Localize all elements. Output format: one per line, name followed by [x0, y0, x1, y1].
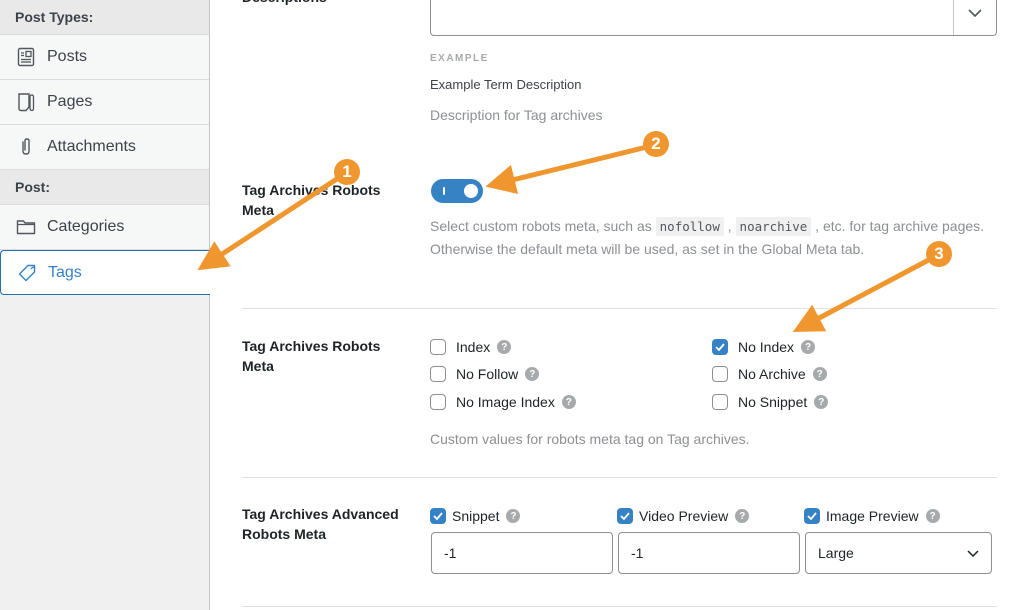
- snippet-checkbox[interactable]: [430, 508, 446, 524]
- video-preview-input[interactable]: -1: [618, 532, 800, 574]
- advanced-robots-label: Tag Archives Advanced Robots Meta: [242, 506, 399, 542]
- sidebar-item-pages[interactable]: Pages: [0, 80, 209, 125]
- annotation-badge-3: 3: [926, 241, 952, 267]
- sidebar-header-post: Post:: [0, 170, 209, 205]
- settings-main: Descriptions EXAMPLE Example Term Descri…: [210, 0, 1024, 610]
- code-nofollow: nofollow: [655, 217, 724, 236]
- snippet-input[interactable]: -1: [431, 532, 613, 574]
- video-preview-checkbox[interactable]: [617, 508, 633, 524]
- help-icon[interactable]: ?: [561, 395, 576, 409]
- help-icon[interactable]: ?: [506, 509, 521, 523]
- sidebar-item-label: Tags: [48, 263, 82, 281]
- robots-meta-toggle[interactable]: [431, 179, 483, 203]
- help-icon[interactable]: ?: [814, 395, 829, 409]
- sidebar-header-post-types: Post Types:: [0, 0, 209, 35]
- annotation-badge-2: 2: [643, 131, 669, 157]
- image-preview-checkbox[interactable]: [804, 508, 820, 524]
- sidebar-item-label: Pages: [47, 93, 93, 110]
- toggle-knob: [464, 184, 478, 198]
- image-preview-option[interactable]: Image Preview ?: [804, 508, 940, 524]
- help-icon[interactable]: ?: [497, 340, 512, 354]
- check-icon: [620, 512, 630, 520]
- settings-sidebar: Post Types: Posts Pages Attachments Post…: [0, 0, 210, 610]
- sidebar-item-label: Categories: [47, 218, 125, 235]
- option-no-follow[interactable]: No Follow ?: [430, 364, 540, 384]
- sidebar-item-attachments[interactable]: Attachments: [0, 125, 209, 170]
- check-icon: [715, 343, 725, 351]
- option-index[interactable]: Index ?: [430, 337, 512, 357]
- help-icon[interactable]: ?: [525, 367, 540, 381]
- page-icon: [16, 92, 36, 112]
- snippet-option[interactable]: Snippet ?: [430, 508, 521, 524]
- robots-meta-label: Tag Archives Robots Meta: [242, 338, 381, 374]
- tag-icon: [17, 263, 37, 283]
- video-preview-option[interactable]: Video Preview ?: [617, 508, 750, 524]
- example-label: EXAMPLE: [430, 53, 489, 64]
- help-icon[interactable]: ?: [925, 509, 940, 523]
- sidebar-item-categories[interactable]: Categories: [0, 205, 209, 250]
- no-follow-checkbox[interactable]: [430, 366, 446, 382]
- help-icon[interactable]: ?: [735, 509, 750, 523]
- sidebar-item-tags[interactable]: Tags: [0, 250, 210, 295]
- divider: [242, 606, 997, 607]
- sidebar-item-label: Posts: [47, 48, 88, 65]
- no-image-index-checkbox[interactable]: [430, 394, 446, 410]
- descriptions-label: Descriptions: [242, 0, 402, 7]
- image-preview-select[interactable]: Large: [805, 532, 992, 574]
- paperclip-icon: [16, 137, 36, 157]
- sidebar-item-label: Attachments: [47, 138, 136, 155]
- option-no-index[interactable]: No Index ?: [712, 337, 816, 357]
- no-snippet-checkbox[interactable]: [712, 394, 728, 410]
- annotation-badge-1: 1: [334, 159, 360, 185]
- help-icon[interactable]: ?: [801, 340, 816, 354]
- robots-meta-help: Custom values for robots meta tag on Tag…: [430, 431, 750, 447]
- chevron-down-icon: [967, 549, 979, 557]
- index-checkbox[interactable]: [430, 339, 446, 355]
- chevron-down-icon[interactable]: [953, 0, 996, 35]
- divider: [242, 308, 997, 309]
- option-no-image-index[interactable]: No Image Index ?: [430, 392, 576, 412]
- option-no-snippet[interactable]: No Snippet ?: [712, 392, 829, 412]
- robots-toggle-label: Tag Archives Robots Meta: [242, 182, 381, 218]
- help-icon[interactable]: ?: [812, 367, 827, 381]
- robots-toggle-help: Select custom robots meta, such as nofol…: [430, 217, 985, 257]
- descriptions-help: Description for Tag archives: [430, 107, 603, 123]
- descriptions-select[interactable]: [430, 0, 997, 36]
- no-index-checkbox[interactable]: [712, 339, 728, 355]
- post-icon: [16, 47, 36, 67]
- code-noarchive: noarchive: [735, 217, 812, 236]
- option-no-archive[interactable]: No Archive ?: [712, 364, 827, 384]
- check-icon: [807, 512, 817, 520]
- folder-icon: [16, 217, 36, 237]
- divider: [242, 477, 997, 478]
- sidebar-item-posts[interactable]: Posts: [0, 35, 209, 80]
- check-icon: [433, 512, 443, 520]
- example-value: Example Term Description: [430, 77, 582, 92]
- no-archive-checkbox[interactable]: [712, 366, 728, 382]
